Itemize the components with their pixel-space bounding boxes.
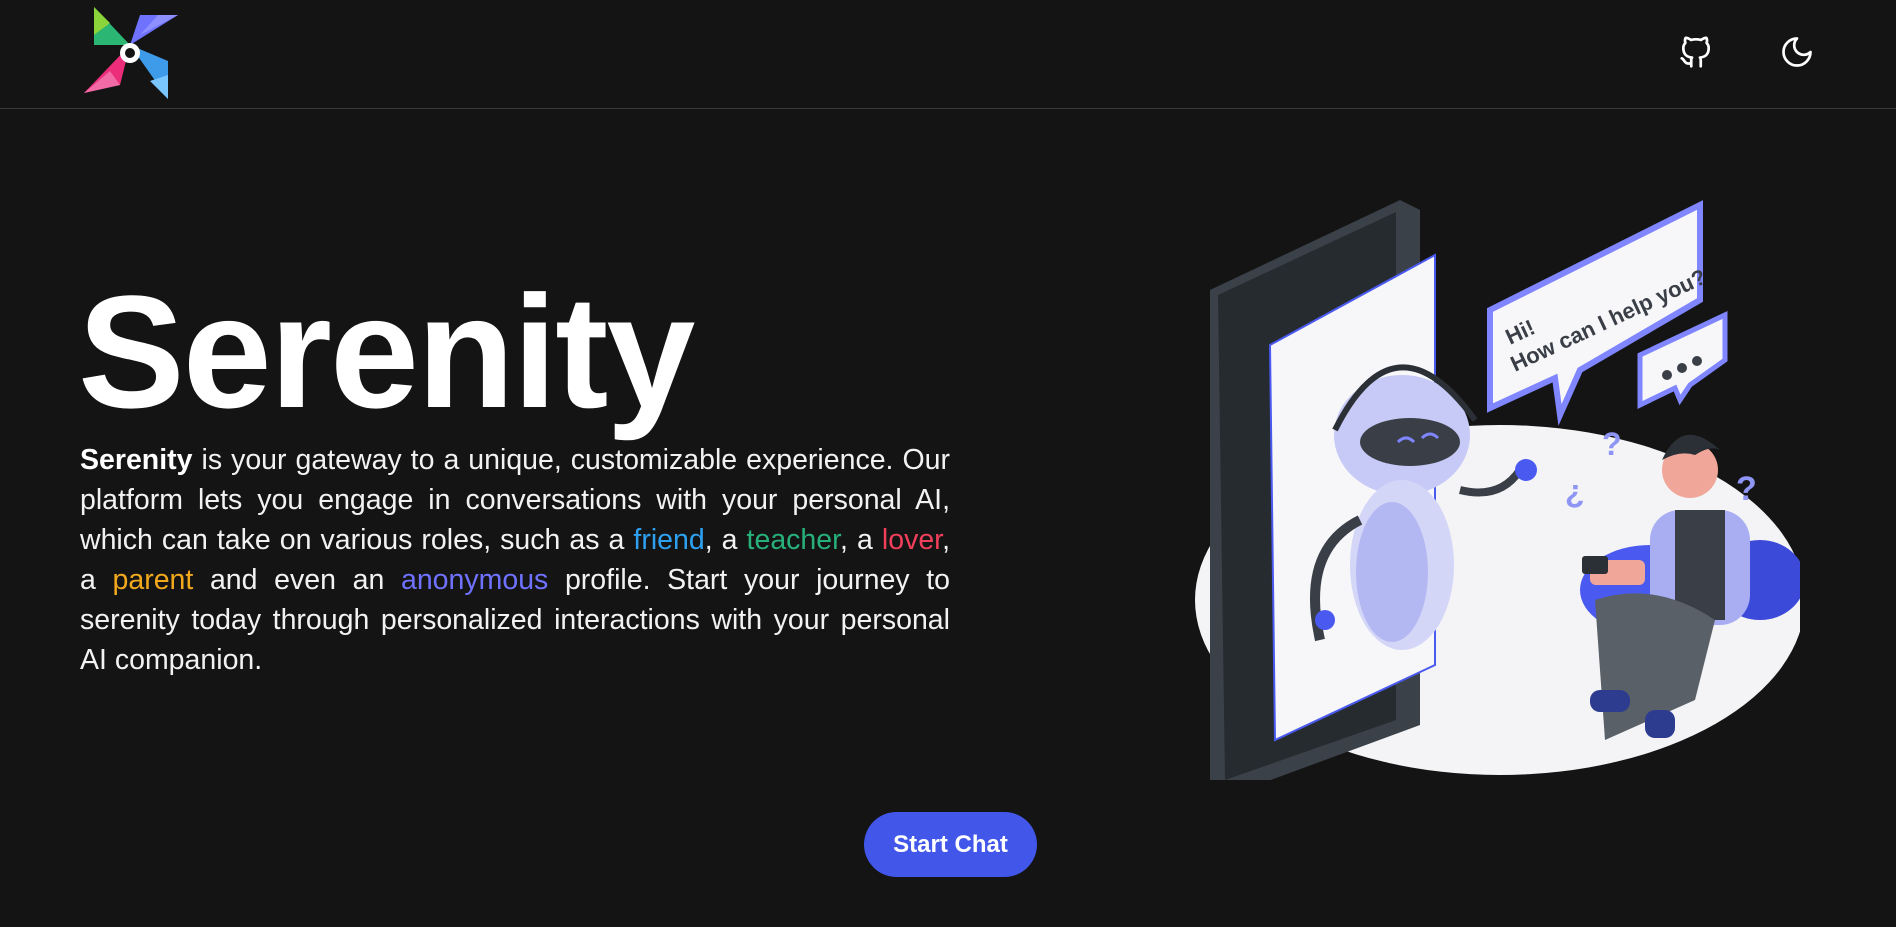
role-teacher: teacher — [746, 524, 841, 556]
role-anonymous: anonymous — [400, 564, 549, 596]
chatbot-illustration: Hi! How can I help you? ? ¿ ? — [1170, 20, 1805, 795]
svg-text:?: ? — [1602, 426, 1622, 462]
theme-toggle-button[interactable] — [1773, 28, 1821, 76]
role-parent: parent — [112, 564, 194, 596]
role-lover: lover — [881, 524, 943, 556]
pinwheel-logo[interactable] — [80, 5, 180, 101]
page-title: Serenity — [78, 262, 695, 441]
github-icon — [1680, 36, 1711, 68]
role-friend: friend — [633, 524, 705, 556]
svg-text:?: ? — [1736, 470, 1757, 508]
brand-name: Serenity — [80, 444, 193, 476]
svg-text:¿: ¿ — [1565, 473, 1585, 509]
github-button[interactable] — [1672, 28, 1720, 76]
start-chat-button[interactable]: Start Chat — [864, 812, 1037, 877]
top-navbar — [0, 0, 1896, 109]
hero-description: Serenity is your gateway to a unique, cu… — [80, 444, 951, 676]
moon-icon — [1782, 37, 1812, 67]
